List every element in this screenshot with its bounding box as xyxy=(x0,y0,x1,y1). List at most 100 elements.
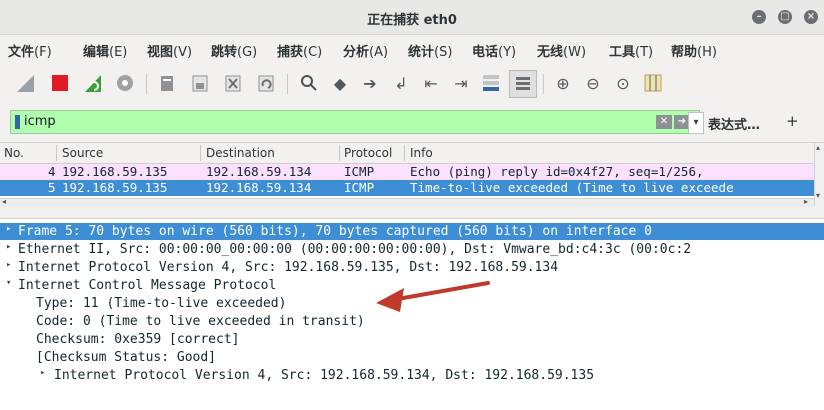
column-protocol[interactable]: Protocol xyxy=(344,146,392,160)
menu-go[interactable]: 跳转(G) xyxy=(211,41,257,60)
horizontal-scrollbar[interactable]: ◂ ▸ xyxy=(0,197,814,207)
go-to-packet-icon[interactable]: ↲ xyxy=(388,70,414,96)
row-no: 4 xyxy=(48,164,56,179)
window-title: 正在捕获 eth0 xyxy=(367,13,457,28)
stop-capture-icon[interactable] xyxy=(47,70,73,96)
add-filter-button[interactable]: + xyxy=(786,112,799,130)
main-toolbar: ◆ ➔ ↲ ⇤ ⇥ ⊕ ⊖ ⊙ xyxy=(0,64,824,104)
open-file-icon[interactable] xyxy=(154,70,180,96)
menu-statistics[interactable]: 统计(S) xyxy=(408,41,452,60)
packet-list: No. Source Destination Protocol Info 4 1… xyxy=(0,142,824,207)
row-source: 192.168.59.135 xyxy=(62,180,168,195)
row-source: 192.168.59.135 xyxy=(62,164,168,179)
restart-capture-icon[interactable] xyxy=(80,70,106,96)
resize-columns-icon[interactable] xyxy=(640,70,666,96)
toolbar-separator xyxy=(146,74,147,94)
first-packet-icon[interactable]: ⇤ xyxy=(418,70,444,96)
row-info: Time-to-live exceeded (Time to live exce… xyxy=(410,180,734,195)
maximize-icon[interactable]: □ xyxy=(778,10,792,24)
table-row-selected[interactable]: 5 192.168.59.135 192.168.59.134 ICMP Tim… xyxy=(0,180,814,196)
bookmark-icon[interactable] xyxy=(15,115,20,129)
toolbar-separator xyxy=(543,74,544,94)
go-forward-icon[interactable]: ➔ xyxy=(357,70,383,96)
minimize-icon[interactable]: – xyxy=(752,10,766,24)
detail-text: Internet Protocol Version 4, Src: 192.16… xyxy=(54,368,595,383)
close-icon[interactable]: × xyxy=(804,10,818,24)
expand-arrow-icon[interactable]: ▸ xyxy=(6,242,11,252)
menu-view[interactable]: 视图(V) xyxy=(147,41,192,60)
display-filter-field[interactable]: icmp ✕ ➔ xyxy=(10,110,700,134)
go-back-icon[interactable]: ◆ xyxy=(327,70,353,96)
column-no[interactable]: No. xyxy=(4,146,24,160)
detail-inner-ipv4[interactable]: ▸ Internet Protocol Version 4, Src: 192.… xyxy=(0,367,824,384)
menu-capture[interactable]: 捕获(C) xyxy=(277,41,322,60)
zoom-in-icon[interactable]: ⊕ xyxy=(550,70,576,96)
clear-filter-icon[interactable]: ✕ xyxy=(656,115,672,129)
vertical-scrollbar[interactable]: ▴ ▾ xyxy=(814,143,824,206)
wireshark-window: 正在捕获 eth0 – □ × 文件(F) 编辑(E) 视图(V) 跳转(G) … xyxy=(0,0,824,410)
table-row[interactable]: 4 192.168.59.135 192.168.59.134 ICMP Ech… xyxy=(0,164,814,180)
column-info[interactable]: Info xyxy=(410,146,433,160)
packet-list-header: No. Source Destination Protocol Info xyxy=(0,143,814,164)
detail-text: Checksum: 0xe359 [correct] xyxy=(36,332,240,347)
detail-icmp-code[interactable]: Code: 0 (Time to live exceeded in transi… xyxy=(0,313,824,330)
detail-ipv4[interactable]: ▸ Internet Protocol Version 4, Src: 192.… xyxy=(0,259,824,276)
detail-frame[interactable]: ▸ Frame 5: 70 bytes on wire (560 bits), … xyxy=(0,223,824,240)
expression-button[interactable]: 表达式… xyxy=(708,114,760,133)
autoscroll-icon[interactable] xyxy=(478,70,504,96)
detail-icmp-checksum[interactable]: Checksum: 0xe359 [correct] xyxy=(0,331,824,348)
menu-file[interactable]: 文件(F) xyxy=(8,41,52,60)
title-bar: 正在捕获 eth0 – □ × xyxy=(0,0,824,35)
detail-text: Code: 0 (Time to live exceeded in transi… xyxy=(36,314,365,329)
detail-ethernet[interactable]: ▸ Ethernet II, Src: 00:00:00_00:00:00 (0… xyxy=(0,241,824,258)
detail-checksum-status[interactable]: [Checksum Status: Good] xyxy=(0,349,824,366)
scroll-left-icon[interactable]: ◂ xyxy=(2,197,6,206)
save-file-icon[interactable] xyxy=(187,70,213,96)
scroll-up-icon[interactable]: ▴ xyxy=(816,143,820,152)
column-divider xyxy=(200,145,201,161)
row-destination: 192.168.59.134 xyxy=(206,180,312,195)
expand-arrow-icon[interactable]: ▸ xyxy=(6,224,11,234)
last-packet-icon[interactable]: ⇥ xyxy=(448,70,474,96)
row-destination: 192.168.59.134 xyxy=(206,164,312,179)
find-packet-icon[interactable] xyxy=(296,70,322,96)
detail-text: Internet Protocol Version 4, Src: 192.16… xyxy=(18,260,559,275)
toolbar-separator xyxy=(287,74,288,94)
row-info: Echo (ping) reply id=0x4f27, seq=1/256, xyxy=(410,164,704,179)
detail-text: Ethernet II, Src: 00:00:00_00:00:00 (00:… xyxy=(18,242,692,257)
shark-fin-start-icon[interactable] xyxy=(12,70,38,96)
column-divider xyxy=(404,145,405,161)
menu-edit[interactable]: 编辑(E) xyxy=(83,41,127,60)
column-destination[interactable]: Destination xyxy=(206,146,275,160)
column-divider xyxy=(56,145,57,161)
capture-options-icon[interactable] xyxy=(112,70,138,96)
filter-history-dropdown-icon[interactable]: ▾ xyxy=(688,112,704,134)
expand-arrow-icon[interactable]: ▸ xyxy=(6,260,11,270)
menu-telephony[interactable]: 电话(Y) xyxy=(472,41,516,60)
menu-bar: 文件(F) 编辑(E) 视图(V) 跳转(G) 捕获(C) 分析(A) 统计(S… xyxy=(0,35,824,62)
row-protocol: ICMP xyxy=(344,164,375,179)
close-file-icon[interactable] xyxy=(220,70,246,96)
reload-file-icon[interactable] xyxy=(253,70,279,96)
normal-size-icon[interactable]: ⊙ xyxy=(610,70,636,96)
packet-details-pane: ▸ Frame 5: 70 bytes on wire (560 bits), … xyxy=(0,218,824,410)
collapse-arrow-icon[interactable]: ▾ xyxy=(6,278,11,288)
row-no: 5 xyxy=(48,180,56,195)
filter-text[interactable]: icmp xyxy=(24,114,56,129)
column-source[interactable]: Source xyxy=(62,146,103,160)
expand-arrow-icon[interactable]: ▸ xyxy=(40,368,45,378)
zoom-out-icon[interactable]: ⊖ xyxy=(580,70,606,96)
detail-icmp-type[interactable]: Type: 11 (Time-to-live exceeded) xyxy=(0,295,824,312)
detail-text: Type: 11 (Time-to-live exceeded) xyxy=(36,296,287,311)
scroll-down-icon[interactable]: ▾ xyxy=(816,191,820,200)
menu-wireless[interactable]: 无线(W) xyxy=(537,41,586,60)
colorize-icon[interactable] xyxy=(509,70,537,98)
scroll-right-icon[interactable]: ▸ xyxy=(804,197,808,206)
menu-help[interactable]: 帮助(H) xyxy=(671,41,717,60)
menu-tools[interactable]: 工具(T) xyxy=(609,41,653,60)
detail-text: [Checksum Status: Good] xyxy=(36,350,217,365)
menu-analyze[interactable]: 分析(A) xyxy=(343,41,388,60)
detail-text: Frame 5: 70 bytes on wire (560 bits), 70… xyxy=(18,224,652,239)
detail-icmp[interactable]: ▾ Internet Control Message Protocol xyxy=(0,277,824,294)
detail-text: Internet Control Message Protocol xyxy=(18,278,277,293)
